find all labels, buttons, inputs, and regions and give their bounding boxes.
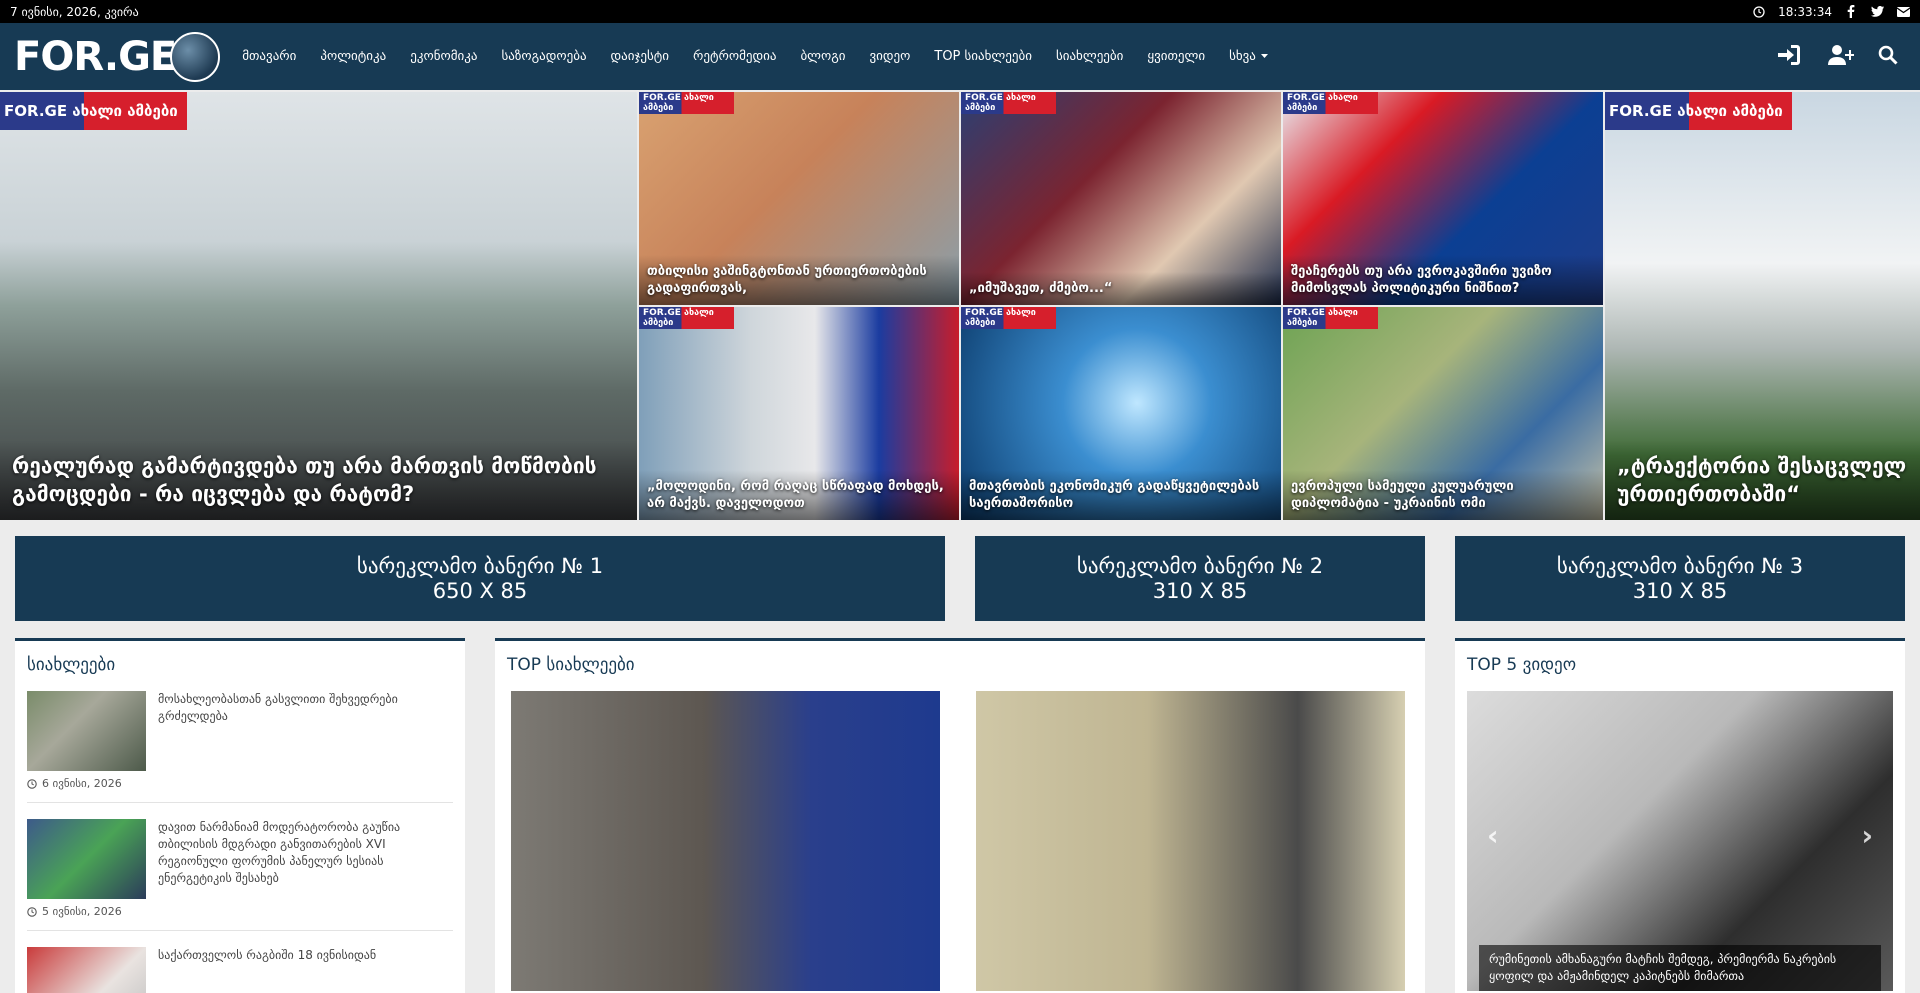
hero-article-title: თბილისი ვაშინგტონთან ურთიერთობების გადაფ…: [639, 255, 959, 305]
hero-article-tile[interactable]: FOR.GE ახალი ამბები თბილისი ვაშინგტონთან…: [639, 92, 959, 305]
search-icon[interactable]: [1878, 45, 1902, 69]
video-caption: რუმინეთის ამხანაგური მატჩის შემდეგ, პრემ…: [1479, 945, 1881, 991]
hero-article-right[interactable]: FOR.GE ახალი ამბები „ტრაექტორია შესაცვლე…: [1605, 92, 1920, 520]
ad-banner-label: სარეკლამო ბანერი № 3: [1556, 553, 1804, 578]
menu-item-news[interactable]: სიახლეები: [1044, 49, 1135, 64]
hero-article-main[interactable]: FOR.GE ახალი ამბები რეალურად გამარტივდებ…: [0, 92, 637, 520]
ad-banner-2[interactable]: სარეკლამო ბანერი № 2 310 X 85: [975, 536, 1425, 621]
ad-banner-size: 310 X 85: [1152, 578, 1248, 603]
news-thumbnail[interactable]: [27, 691, 146, 771]
ad-banner-1[interactable]: სარეკლამო ბანერი № 1 650 X 85: [15, 536, 945, 621]
twitter-icon[interactable]: [1870, 5, 1884, 19]
clock-icon: [27, 906, 37, 917]
hero-article-tile[interactable]: FOR.GE ახალი ამბები „მოლოდინი, რომ რაღაც…: [639, 307, 959, 520]
hero-article-title: „ტრაექტორია შესაცვლელ ურთიერთობაში“: [1605, 440, 1920, 520]
news-badge: FOR.GE ახალი ამბები: [1283, 92, 1378, 114]
hero-article-tile[interactable]: FOR.GE ახალი ამბები შეაჩერებს თუ არა ევრ…: [1283, 92, 1603, 305]
main-navbar: FOR.GE მთავარი პოლიტიკა ეკონომიკა საზოგა…: [0, 23, 1920, 90]
news-panel: სიახლეები მოსახლეობასთან გასვლითი შეხვედ…: [15, 638, 465, 993]
news-item-title[interactable]: საქართველოს რაგბიში 18 ივნისიდან: [158, 947, 376, 993]
ad-banners-row: სარეკლამო ბანერი № 1 650 X 85 სარეკლამო …: [0, 536, 1920, 621]
news-badge: FOR.GE ახალი ამბები: [1605, 92, 1792, 130]
hero-article-title: რეალურად გამარტივდება თუ არა მართვის მოწ…: [0, 440, 637, 520]
hero-article-tile[interactable]: FOR.GE ახალი ამბები „იმუშავეთ, ძმებო...“: [961, 92, 1281, 305]
news-thumbnail[interactable]: [27, 819, 146, 899]
divider: [27, 930, 453, 931]
menu-item-retromedia[interactable]: რეტრომედია: [681, 49, 788, 64]
ad-banner-size: 310 X 85: [1632, 578, 1728, 603]
news-date-text: 5 ივნისი, 2026: [42, 905, 122, 918]
top-news-image[interactable]: [511, 691, 940, 991]
menu-item-video[interactable]: ვიდეო: [858, 49, 923, 64]
globe-icon: [170, 31, 221, 82]
site-logo[interactable]: FOR.GE: [14, 23, 221, 90]
top-news-panel-title: TOP სიახლეები: [507, 655, 635, 675]
menu-item-blog[interactable]: ბლოგი: [788, 49, 857, 64]
top-news-panel: TOP სიახლეები: [495, 638, 1425, 993]
hero-article-title: მთავრობის ეკონომიკურ გადაწყვეტილებას საე…: [961, 470, 1281, 520]
news-panel-title: სიახლეები: [27, 655, 116, 675]
hero-article-tile[interactable]: FOR.GE ახალი ამბები მთავრობის ეკონომიკურ…: [961, 307, 1281, 520]
news-list-item[interactable]: საქართველოს რაგბიში 18 ივნისიდან: [15, 947, 465, 993]
hero-article-tile[interactable]: FOR.GE ახალი ამბები ევროპული სამეული კულ…: [1283, 307, 1603, 520]
menu-item-society[interactable]: საზოგადოება: [489, 49, 598, 64]
clock-icon: [27, 778, 37, 789]
menu-item-home[interactable]: მთავარი: [230, 49, 308, 64]
news-badge: FOR.GE ახალი ამბები: [961, 92, 1056, 114]
menu-item-top-news[interactable]: TOP სიახლეები: [922, 49, 1044, 64]
hero-article-title: „მოლოდინი, რომ რაღაც სწრაფად მოხდეს, არ …: [639, 470, 959, 520]
news-list-item[interactable]: დავით ნარმანიამ მოდერატორობა გაუწია თბილ…: [15, 819, 465, 899]
ad-banner-size: 650 X 85: [432, 578, 528, 603]
hero-article-title: „იმუშავეთ, ძმებო...“: [961, 272, 1281, 305]
ad-banner-label: სარეკლამო ბანერი № 1: [356, 553, 604, 578]
news-badge: FOR.GE ახალი ამბები: [0, 92, 187, 130]
hero-article-title: შეაჩერებს თუ არა ევროკავშირი უვიზო მიმოს…: [1283, 255, 1603, 305]
caret-down-icon: [1260, 54, 1268, 59]
menu-item-more[interactable]: სხვა: [1217, 49, 1280, 64]
top-video-panel-title: TOP 5 ვიდეო: [1467, 655, 1577, 675]
hero-article-title: ევროპული სამეული კულუარული დიპლომატია - …: [1283, 470, 1603, 520]
current-date: 7 ივნისი, 2026, კვირა: [10, 4, 139, 19]
news-item-title[interactable]: დავით ნარმანიამ მოდერატორობა გაუწია თბილ…: [158, 819, 453, 899]
top-bar: 7 ივნისი, 2026, კვირა 18:33:34: [0, 0, 1920, 23]
video-slider[interactable]: ‹ › რუმინეთის ამხანაგური მატჩის შემდეგ, …: [1467, 691, 1893, 991]
news-badge: FOR.GE ახალი ამბები: [961, 307, 1056, 329]
content-columns: სიახლეები მოსახლეობასთან გასვლითი შეხვედ…: [0, 638, 1920, 993]
register-user-icon[interactable]: [1828, 44, 1854, 69]
main-menu: მთავარი პოლიტიკა ეკონომიკა საზოგადოება დ…: [230, 49, 1778, 64]
news-badge: FOR.GE ახალი ამბები: [1283, 307, 1378, 329]
news-thumbnail[interactable]: [27, 947, 146, 993]
current-time: 18:33:34: [1778, 4, 1832, 19]
divider: [27, 802, 453, 803]
top-news-image[interactable]: [976, 691, 1405, 991]
menu-item-economy[interactable]: ეკონომიკა: [398, 49, 489, 64]
chevron-right-icon[interactable]: ›: [1861, 819, 1873, 852]
ad-banner-label: სარეკლამო ბანერი № 2: [1076, 553, 1324, 578]
news-item-date: 5 ივნისი, 2026: [15, 899, 465, 918]
top-video-panel: TOP 5 ვიდეო ‹ › რუმინეთის ამხანაგური მატ…: [1455, 638, 1905, 993]
news-item-title[interactable]: მოსახლეობასთან გასვლითი შეხვედრები გრძელ…: [158, 691, 453, 771]
login-icon[interactable]: [1778, 44, 1802, 69]
menu-item-more-label: სხვა: [1229, 49, 1256, 64]
news-date-text: 6 ივნისი, 2026: [42, 777, 122, 790]
news-item-date: 6 ივნისი, 2026: [15, 771, 465, 790]
news-badge: FOR.GE ახალი ამბები: [639, 307, 734, 329]
ad-banner-3[interactable]: სარეკლამო ბანერი № 3 310 X 85: [1455, 536, 1905, 621]
menu-item-digest[interactable]: დაიჯესტი: [599, 49, 682, 64]
menu-item-yellow[interactable]: ყვითელი: [1135, 49, 1217, 64]
chevron-left-icon[interactable]: ‹: [1487, 819, 1499, 852]
facebook-icon[interactable]: [1844, 5, 1858, 19]
logo-text: FOR.GE: [14, 33, 177, 80]
hero-news-grid: FOR.GE ახალი ამბები რეალურად გამარტივდებ…: [0, 92, 1920, 520]
news-list-item[interactable]: მოსახლეობასთან გასვლითი შეხვედრები გრძელ…: [15, 691, 465, 771]
mail-icon[interactable]: [1896, 5, 1910, 19]
news-badge: FOR.GE ახალი ამბები: [639, 92, 734, 114]
clock-icon: [1752, 5, 1766, 19]
menu-item-politics[interactable]: პოლიტიკა: [308, 49, 398, 64]
